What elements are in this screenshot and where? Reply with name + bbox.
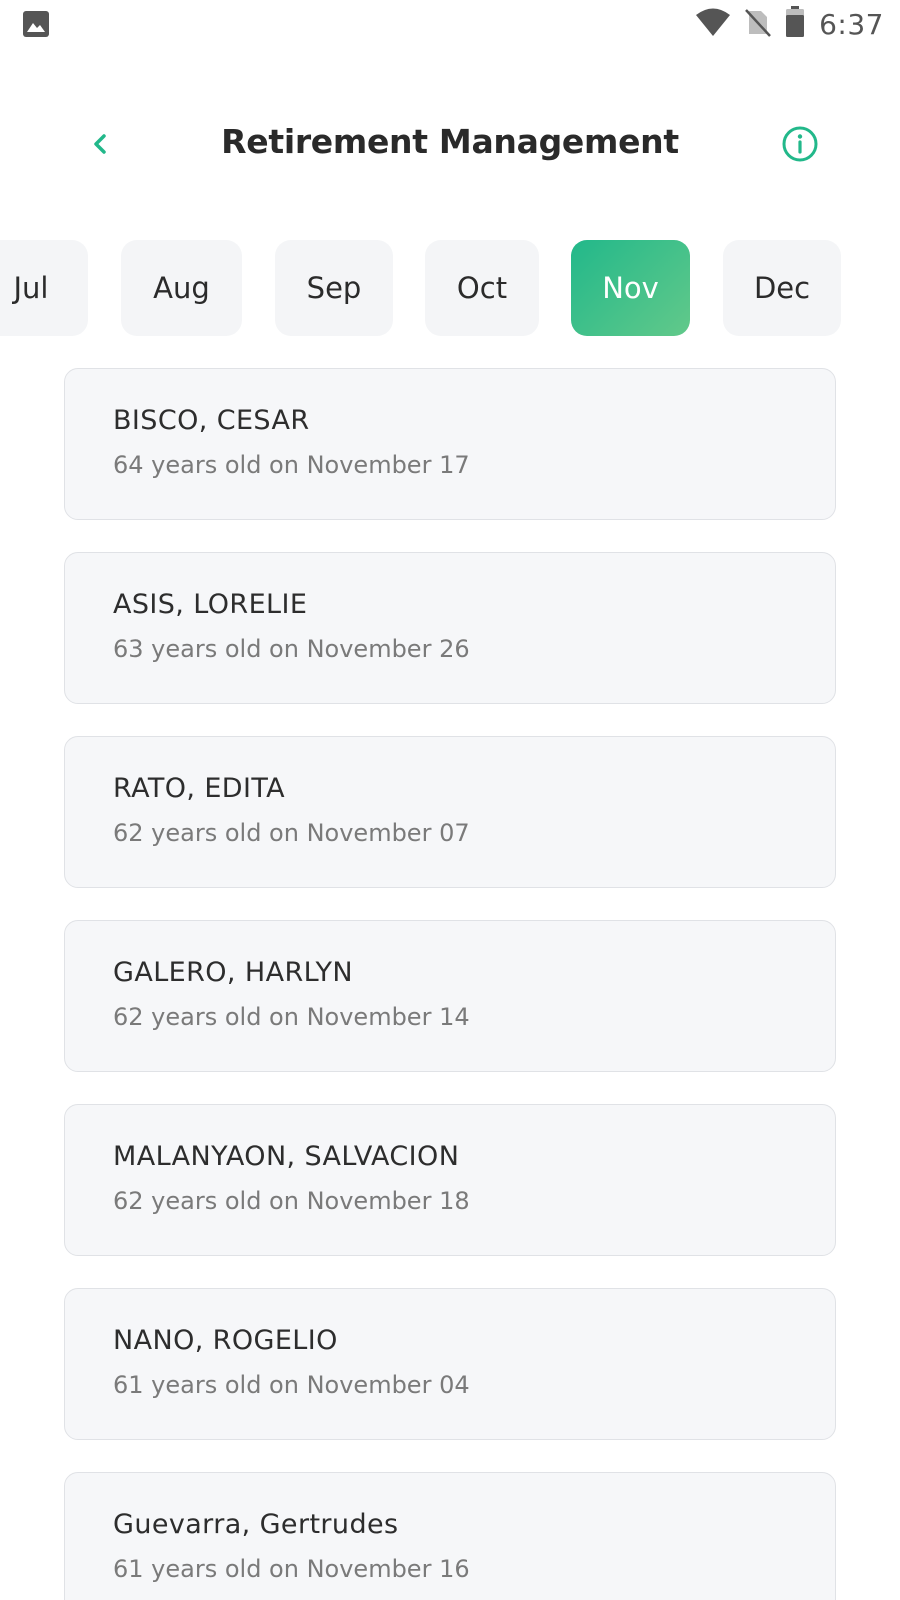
retiree-age-date: 64 years old on November 17 xyxy=(113,451,470,479)
month-tab-label: Sep xyxy=(306,271,362,305)
info-button[interactable] xyxy=(778,124,822,168)
app-header: Retirement Management xyxy=(0,110,900,190)
retiree-card[interactable]: ASIS, LORELIE 63 years old on November 2… xyxy=(64,552,836,704)
month-tab-label: Jul xyxy=(13,271,49,305)
status-bar: 6:37 xyxy=(0,0,900,48)
page-title: Retirement Management xyxy=(221,122,679,161)
retiree-card[interactable]: MALANYAON, SALVACION 62 years old on Nov… xyxy=(64,1104,836,1256)
info-circle-icon xyxy=(781,125,819,167)
retiree-age-date: 62 years old on November 14 xyxy=(113,1003,470,1031)
retiree-card[interactable]: BISCO, CESAR 64 years old on November 17 xyxy=(64,368,836,520)
retiree-name: MALANYAON, SALVACION xyxy=(113,1141,460,1172)
retiree-age-date: 63 years old on November 26 xyxy=(113,635,470,663)
month-tab-label: Dec xyxy=(753,271,811,305)
retiree-age-date: 62 years old on November 18 xyxy=(113,1187,470,1215)
tab-month-dec[interactable]: Dec xyxy=(723,240,841,336)
retirement-screen: 6:37 Retirement Management Jul Aug Sep O… xyxy=(0,0,900,1600)
wifi-icon xyxy=(695,7,731,41)
retiree-name: ASIS, LORELIE xyxy=(113,589,308,620)
status-time: 6:37 xyxy=(819,7,884,41)
tab-month-nov[interactable]: Nov xyxy=(571,240,690,336)
image-icon xyxy=(22,10,50,38)
month-tab-label: Oct xyxy=(456,271,508,305)
tab-month-sep[interactable]: Sep xyxy=(275,240,393,336)
retiree-name: Guevarra, Gertrudes xyxy=(113,1509,399,1540)
retiree-card[interactable]: Guevarra, Gertrudes 61 years old on Nove… xyxy=(64,1472,836,1600)
tab-month-aug[interactable]: Aug xyxy=(121,240,242,336)
no-sim-icon xyxy=(745,7,772,41)
retiree-age-date: 61 years old on November 16 xyxy=(113,1555,470,1583)
tab-month-jul[interactable]: Jul xyxy=(0,240,88,336)
retiree-age-date: 62 years old on November 07 xyxy=(113,819,470,847)
retiree-name: RATO, EDITA xyxy=(113,773,286,804)
battery-icon xyxy=(785,6,805,42)
status-icons: 6:37 xyxy=(695,6,884,42)
retiree-list: BISCO, CESAR 64 years old on November 17… xyxy=(64,368,836,1600)
month-tabs: Jul Aug Sep Oct Nov Dec xyxy=(0,240,900,336)
retiree-name: GALERO, HARLYN xyxy=(113,957,353,988)
month-tab-label: Aug xyxy=(153,271,210,305)
retiree-name: NANO, ROGELIO xyxy=(113,1325,338,1356)
retiree-age-date: 61 years old on November 04 xyxy=(113,1371,470,1399)
retiree-card[interactable]: GALERO, HARLYN 62 years old on November … xyxy=(64,920,836,1072)
retiree-card[interactable]: NANO, ROGELIO 61 years old on November 0… xyxy=(64,1288,836,1440)
tab-month-oct[interactable]: Oct xyxy=(425,240,539,336)
retiree-card[interactable]: RATO, EDITA 62 years old on November 07 xyxy=(64,736,836,888)
retiree-name: BISCO, CESAR xyxy=(113,405,310,436)
month-tab-label: Nov xyxy=(602,271,659,305)
